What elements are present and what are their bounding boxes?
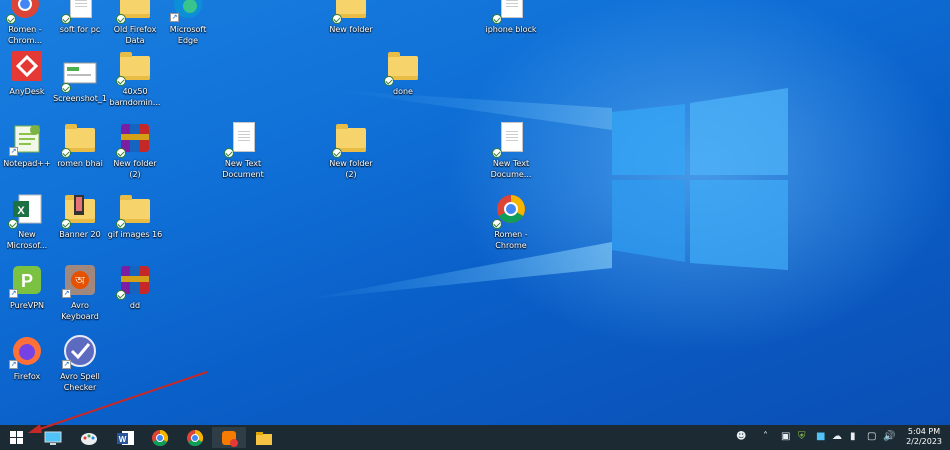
desktop-icon-label: New folder (2) (329, 159, 373, 179)
winrar-archive-icon (121, 124, 149, 152)
text-file-icon (233, 122, 255, 152)
desktop-icon-new-folder-top[interactable]: New folder (319, 0, 383, 35)
sync-check-icon (384, 76, 394, 86)
taskbar-app-skype[interactable] (212, 427, 246, 448)
folder-icon (388, 52, 418, 80)
desktop-icon-microsoft-edge[interactable]: ↗ Microsoft Edge (156, 0, 220, 46)
start-button[interactable] (0, 427, 34, 448)
taskbar: W ☻ ˄ ▣ ⛨ ■ ☁ ▮ ▢ 🔊 5:04 PM 2/2/2023 (0, 425, 950, 450)
desktop-icon-label: iphone block (485, 25, 537, 34)
network-icon[interactable]: ▢ (867, 429, 876, 445)
sync-check-icon (492, 14, 502, 24)
sync-check-icon (6, 14, 16, 24)
desktop-icon-new-folder-2a[interactable]: New folder (2) (103, 120, 167, 180)
desktop-icon-label: gif images 16 (107, 230, 163, 239)
file-icon (70, 0, 92, 18)
desktop-icon-new-text-doc-b[interactable]: New Text Docume... (479, 120, 543, 180)
clock-date: 2/2/2023 (906, 437, 942, 446)
sync-check-icon (61, 148, 71, 158)
sync-check-icon (224, 148, 234, 158)
desktop-icon-label: New Text Docume... (490, 159, 532, 179)
folder-icon (336, 124, 366, 152)
anydesk-icon (12, 51, 42, 81)
winrar-archive-icon (121, 266, 149, 294)
sync-check-icon (332, 148, 342, 158)
svg-text:অ: অ (74, 274, 85, 287)
desktop-icon-label: Avro Spell Checker (60, 372, 100, 392)
taskbar-app-chrome-2[interactable] (178, 427, 212, 448)
desktop-icon-new-folder-2b[interactable]: New folder (2) (319, 120, 383, 180)
shortcut-arrow-icon: ↗ (9, 360, 18, 369)
paint-icon (81, 432, 97, 445)
svg-text:W: W (119, 435, 127, 444)
desktop-icon-40x50[interactable]: 40x50 barndomin... (103, 48, 167, 108)
text-file-icon (501, 122, 523, 152)
desktop-icon-gif-images-16[interactable]: gif images 16 (103, 191, 167, 240)
sync-check-icon (8, 219, 18, 229)
skype-icon (222, 430, 238, 447)
shield-icon[interactable]: ⛨ (798, 429, 806, 445)
taskbar-app-this-pc[interactable] (36, 427, 70, 448)
word-icon: W (117, 430, 134, 445)
onedrive-icon[interactable]: ☁ (832, 429, 842, 445)
volume-icon[interactable]: 🔊 (883, 429, 895, 445)
shortcut-arrow-icon: ↗ (9, 147, 18, 156)
shortcut-arrow-icon: ↗ (170, 13, 179, 22)
file-icon (501, 0, 523, 18)
folder-icon (256, 431, 272, 445)
windows-logo-icon (10, 430, 23, 444)
clock-time: 5:04 PM (907, 427, 941, 436)
chrome-icon (187, 429, 204, 446)
taskbar-app-file-explorer[interactable] (247, 427, 281, 448)
desktop-icon-done[interactable]: done (371, 48, 435, 97)
shortcut-arrow-icon: ↗ (62, 360, 71, 369)
sync-check-icon (116, 76, 126, 86)
sync-check-icon (492, 148, 502, 158)
desktop-icon-label: dd (129, 301, 141, 310)
svg-text:X: X (17, 205, 25, 217)
shortcut-arrow-icon: ↗ (62, 289, 71, 298)
desktop-icon-label: Romen - Chrome (494, 230, 528, 250)
sync-check-icon (61, 14, 71, 24)
desktop-icon-label: done (393, 87, 413, 96)
folder-icon (120, 195, 150, 223)
taskbar-app-chrome-1[interactable] (143, 427, 177, 448)
desktop-background: Romen - Chrom... AnyDesk ↗ Notepad++ X N… (0, 0, 950, 425)
taskbar-app-word[interactable]: W (108, 427, 142, 448)
desktop-icon-label: New folder (329, 25, 373, 34)
computer-icon (44, 431, 62, 445)
sync-check-icon (332, 14, 342, 24)
folder-icon (65, 124, 95, 152)
chrome-icon (152, 429, 169, 446)
desktop-icon-label: Microsoft Edge (169, 25, 207, 45)
svg-text:P: P (21, 271, 33, 291)
people-icon[interactable]: ☻ (736, 429, 746, 445)
sync-check-icon (116, 148, 126, 158)
sync-check-icon (61, 83, 71, 93)
app-tray-icon[interactable]: ■ (816, 429, 825, 445)
desktop-icon-dd[interactable]: dd (103, 262, 167, 311)
shortcut-arrow-icon: ↗ (9, 289, 18, 298)
clock[interactable]: 5:04 PM 2/2/2023 (906, 427, 942, 447)
meet-now-icon[interactable]: ▣ (781, 429, 790, 445)
taskbar-app-paint[interactable] (72, 427, 106, 448)
desktop-icon-romen-chrome[interactable]: Romen - Chrome (479, 191, 543, 251)
sync-check-icon (492, 219, 502, 229)
desktop-icon-iphone-block[interactable]: iphone block (479, 0, 543, 35)
desktop-icon-label: New Text Document (222, 159, 264, 179)
sync-check-icon (116, 219, 126, 229)
desktop-icon-new-text-doc-a[interactable]: New Text Document (211, 120, 275, 180)
battery-icon[interactable]: ▮ (850, 429, 856, 445)
folder-icon (120, 52, 150, 80)
desktop-icon-label: New folder (2) (113, 159, 157, 179)
desktop-icon-avro-spell-checker[interactable]: ↗ Avro Spell Checker (48, 333, 112, 393)
sync-check-icon (61, 219, 71, 229)
sync-check-icon (116, 290, 126, 300)
desktop-icon-label: 40x50 barndomin... (109, 87, 161, 107)
chevron-up-icon[interactable]: ˄ (763, 429, 768, 445)
sync-check-icon (116, 14, 126, 24)
